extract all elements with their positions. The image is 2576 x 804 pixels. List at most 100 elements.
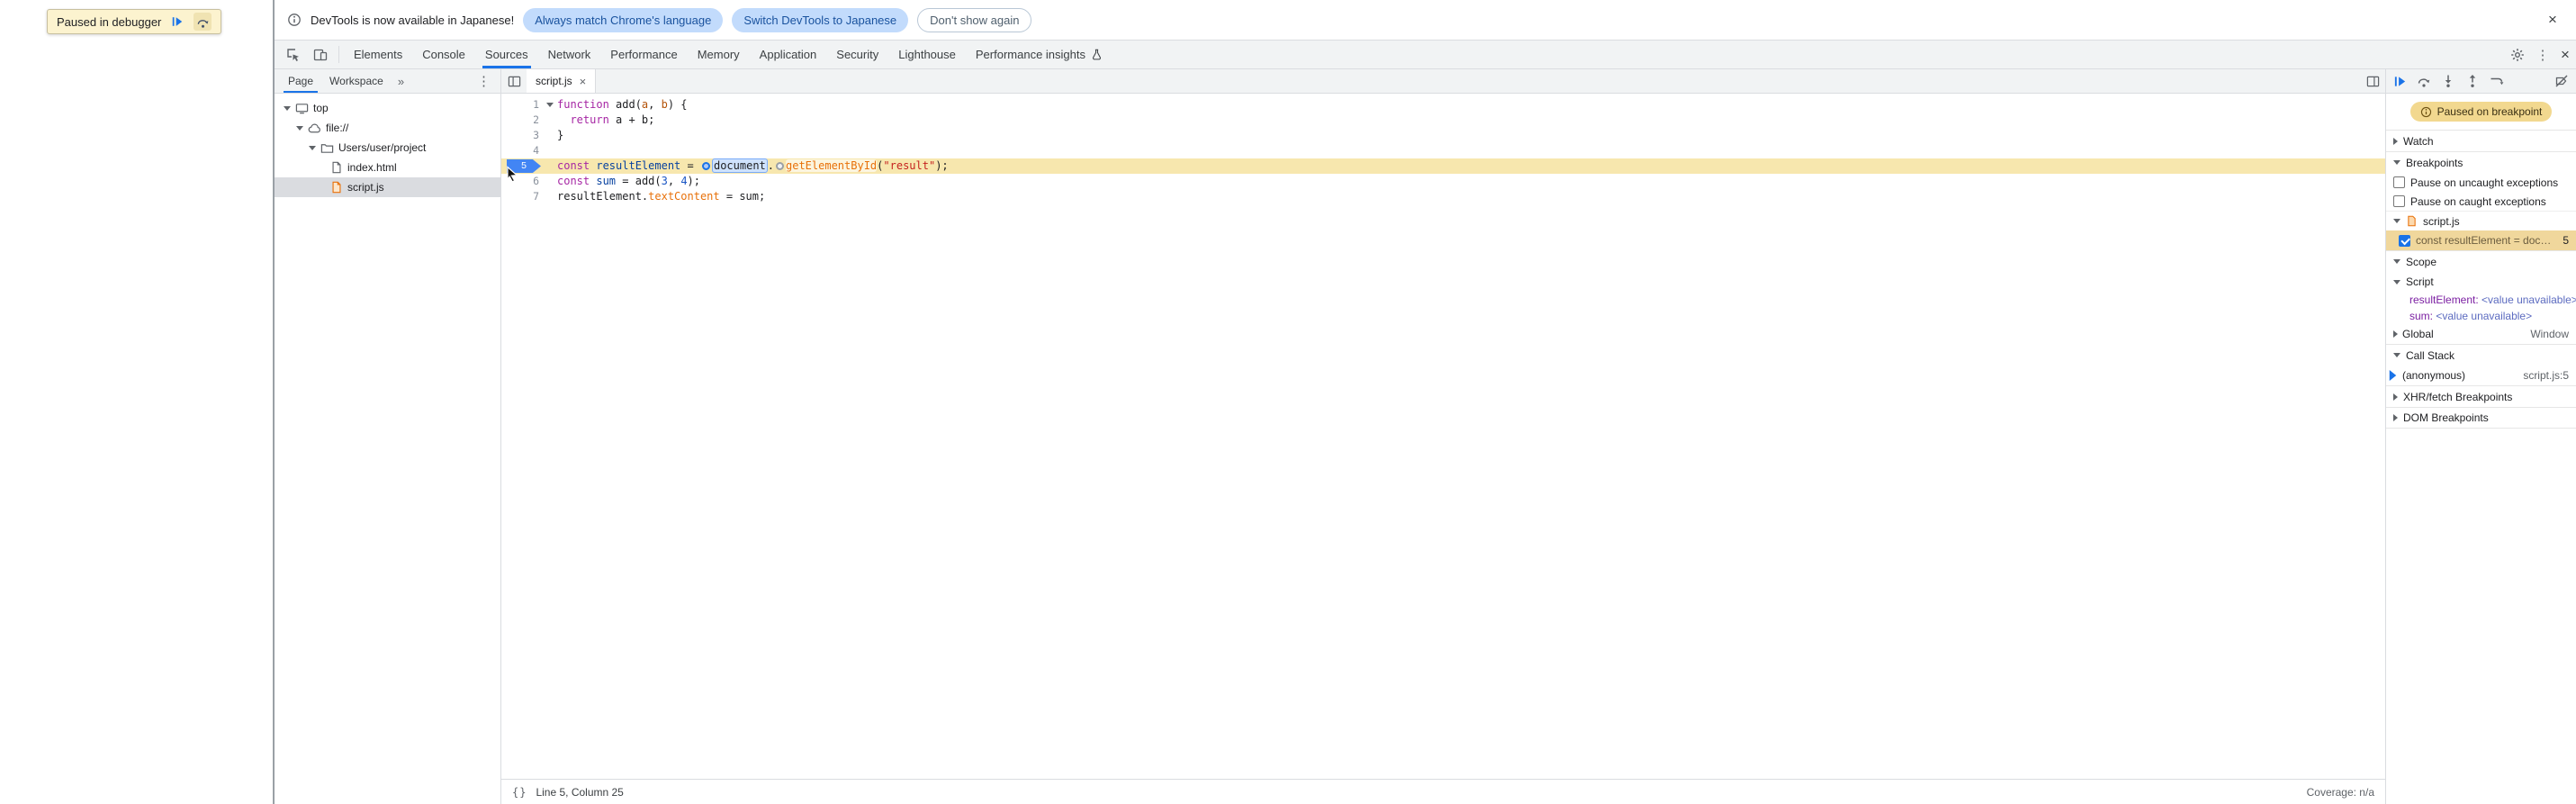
breakpoint-entry-line5[interactable]: const resultElement = doc… 5 [2386,230,2576,250]
tree-item-index-html[interactable]: index.html [275,158,500,177]
dont-show-again-button[interactable]: Don't show again [917,7,1032,32]
checkbox-unchecked[interactable] [2393,195,2405,207]
line-number[interactable]: 7 [501,189,543,204]
pause-uncaught-exceptions-row[interactable]: Pause on uncaught exceptions [2386,173,2576,192]
tab-performance-insights[interactable]: Performance insights [966,41,1112,68]
info-icon [2420,106,2431,117]
switch-devtools-japanese-button[interactable]: Switch DevTools to Japanese [732,7,909,32]
line-number[interactable]: 2 [501,113,543,128]
expand-icon [2393,160,2400,165]
code-token: = add( [616,175,662,187]
pause-caught-exceptions-row[interactable]: Pause on caught exceptions [2386,192,2576,211]
scope-script-group[interactable]: Script [2386,272,2576,292]
code-line-5-paused: 5 const resultElement = document. getElem… [501,158,2385,174]
continue-to-location-marker[interactable] [701,162,710,170]
paused-on-breakpoint-badge: Paused on breakpoint [2409,102,2553,122]
line-number[interactable]: 4 [501,143,543,158]
section-xhr-breakpoints[interactable]: XHR/fetch Breakpoints [2386,385,2576,407]
step-over-icon[interactable] [194,13,212,31]
tree-item-script-js[interactable]: script.js [275,177,500,197]
frame-icon [295,102,309,115]
settings-gear-icon[interactable] [2504,48,2531,62]
code-token: a + b; [608,113,655,126]
mouse-cursor-icon [507,166,518,183]
checkbox-unchecked[interactable] [2393,176,2405,188]
scope-variable-sum[interactable]: sum: <value unavailable> [2386,308,2576,324]
step-into-button[interactable] [2441,74,2455,88]
resume-button[interactable] [2393,75,2407,88]
step-button[interactable] [2490,74,2504,88]
code-line-7: 7 resultElement.textContent = sum; [501,189,2385,204]
tab-security[interactable]: Security [826,41,888,68]
expand-icon [2393,259,2400,264]
code-token: ); [935,159,949,172]
code-token: 3 [661,175,668,187]
fold-arrow-icon[interactable] [543,103,557,107]
tab-application[interactable]: Application [750,41,827,68]
close-devtools-icon[interactable]: × [2554,46,2576,64]
code-token: textContent [648,190,720,203]
more-tabs-icon[interactable]: » [392,69,410,93]
expand-icon [2393,219,2400,223]
section-scope[interactable]: Scope [2386,250,2576,272]
scope-variable-resultelement[interactable]: resultElement: <value unavailable> [2386,292,2576,308]
close-infobar-icon[interactable]: × [2542,11,2563,29]
always-match-language-button[interactable]: Always match Chrome's language [523,7,724,32]
tree-item-project-folder[interactable]: Users/user/project [275,138,500,158]
section-dom-breakpoints[interactable]: DOM Breakpoints [2386,407,2576,429]
section-breakpoints[interactable]: Breakpoints [2386,151,2576,173]
device-toolbar-icon[interactable] [307,41,334,68]
screen: Paused in debugger DevTools is now avail… [0,0,2576,804]
token-getelementbyid[interactable]: getElementById [786,159,878,172]
tree-item-file-scheme[interactable]: file:// [275,118,500,138]
breakpoint-file-group[interactable]: script.js [2386,211,2576,230]
close-tab-icon[interactable]: × [580,75,587,88]
code-token: ) { [667,98,688,111]
expand-icon[interactable] [284,105,291,111]
resume-script-icon[interactable] [168,13,186,31]
tab-performance[interactable]: Performance [600,41,687,68]
step-out-button[interactable] [2465,74,2480,88]
code-area[interactable]: 1 function add(a, b) { 2 return a + b; 3… [501,94,2385,779]
code-line-4: 4 [501,143,2385,158]
navigator-tab-page[interactable]: Page [280,69,321,93]
more-options-icon[interactable]: ⋮ [2531,47,2554,63]
deactivate-breakpoints-button[interactable] [2554,74,2569,88]
navigator-toggle-icon[interactable] [501,69,527,93]
token-document-selected[interactable]: document [711,158,768,173]
tab-sources[interactable]: Sources [475,41,538,68]
pretty-print-icon[interactable]: {} [512,786,527,799]
current-frame-icon [2389,370,2397,381]
code-token: , [667,175,681,187]
line-number[interactable]: 1 [501,97,543,113]
tab-console[interactable]: Console [412,41,475,68]
section-watch[interactable]: Watch [2386,130,2576,151]
tab-memory[interactable]: Memory [688,41,750,68]
navigator-tab-workspace[interactable]: Workspace [321,69,392,93]
scope-global-row[interactable]: Global Window [2386,324,2576,344]
callstack-frame-anonymous[interactable]: (anonymous) script.js:5 [2386,366,2576,385]
code-token: } [557,129,564,141]
debugger-pane-toggle-icon[interactable] [2360,69,2385,93]
code-token: . [767,159,774,172]
tab-elements[interactable]: Elements [344,41,412,68]
tree-item-top[interactable]: top [275,98,500,118]
step-over-button[interactable] [2417,74,2431,88]
coverage-status: Coverage: n/a [2306,785,2374,799]
expand-icon[interactable] [309,145,316,150]
navigator-sidebar: Page Workspace » ⋮ top file:// Users/use… [275,69,501,804]
tab-network[interactable]: Network [538,41,601,68]
debugger-toolbar [2386,69,2576,94]
cursor-position-status: Line 5, Column 25 [536,785,624,799]
editor-tab-scriptjs[interactable]: script.js × [527,69,597,93]
tab-lighthouse[interactable]: Lighthouse [888,41,966,68]
section-call-stack[interactable]: Call Stack [2386,344,2576,366]
expand-icon[interactable] [296,125,303,131]
continue-to-location-marker[interactable] [776,162,784,170]
navigator-menu-icon[interactable]: ⋮ [477,69,500,93]
inspect-element-icon[interactable] [280,41,307,68]
line-number[interactable]: 3 [501,128,543,143]
checkbox-checked[interactable] [2399,234,2410,247]
code-token: ); [687,175,700,187]
